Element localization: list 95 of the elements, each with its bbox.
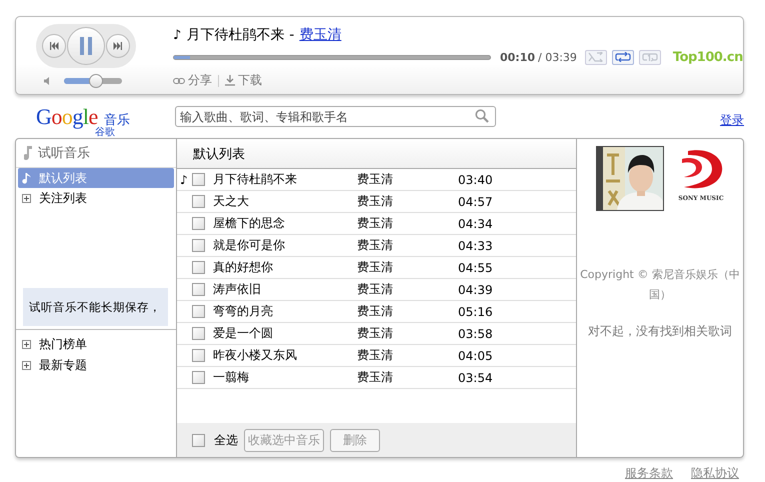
sidebar-item[interactable]: 最新专题 <box>18 355 174 376</box>
song-row[interactable]: 屋檐下的思念 费玉清 04:34 <box>177 213 576 235</box>
song-row[interactable]: 就是你可是你 费玉清 04:33 <box>177 235 576 257</box>
search-field[interactable]: 输入歌曲、歌词、专辑和歌手名 <box>175 106 496 127</box>
next-button[interactable] <box>106 34 130 58</box>
checkbox[interactable] <box>192 305 205 318</box>
song-title: 昨夜小楼又东风 <box>213 347 298 364</box>
song-row[interactable]: 爱是一个圆 费玉清 03:58 <box>177 323 576 345</box>
repeat-button[interactable] <box>612 50 634 64</box>
download-icon <box>225 75 235 86</box>
song-title: 真的好想你 <box>213 259 274 276</box>
expand-icon <box>22 194 31 202</box>
share-link[interactable]: 分享 <box>173 72 212 89</box>
note-icon <box>22 172 31 184</box>
expand-icon <box>22 340 31 349</box>
song-row[interactable]: 涛声依旧 费玉清 04:39 <box>177 279 576 301</box>
footer-link[interactable]: 服务条款 <box>625 464 673 482</box>
song-title: 就是你可是你 <box>213 237 286 254</box>
checkbox[interactable] <box>192 371 205 384</box>
artist-name: 费玉清 <box>357 369 394 386</box>
pause-button[interactable] <box>67 27 105 65</box>
shuffle-button[interactable] <box>584 50 607 64</box>
copyright-text: Copyright © 索尼音乐娱乐（中国） <box>579 267 741 303</box>
song-duration: 03:40 <box>458 172 493 186</box>
search-icon[interactable] <box>475 109 489 123</box>
artist-name: 费玉清 <box>357 171 394 188</box>
pause-icon <box>79 37 93 55</box>
song-title: 爱是一个圆 <box>213 325 274 342</box>
note-icon: ♪ <box>173 28 182 43</box>
song-title: 月下待杜鹃不来 <box>186 26 284 44</box>
logo-subtitle: 谷歌 <box>95 126 115 138</box>
separator: - <box>289 27 294 43</box>
next-icon <box>113 42 123 50</box>
speaker-icon <box>44 77 50 85</box>
download-link[interactable]: 下载 <box>225 72 262 89</box>
google-logo[interactable]: Google <box>36 104 98 130</box>
checkbox[interactable] <box>192 217 205 230</box>
elapsed-time: 00:10 <box>500 50 536 64</box>
artist-name: 费玉清 <box>357 193 394 210</box>
checkbox[interactable] <box>192 239 205 252</box>
checkbox[interactable] <box>192 195 205 208</box>
playlist-title: 默认列表 <box>193 146 245 162</box>
footer-link[interactable]: 隐私协议 <box>691 464 739 482</box>
song-duration: 04:55 <box>458 260 493 274</box>
song-title: 弯弯的月亮 <box>213 303 274 320</box>
login-link[interactable]: 登录 <box>720 112 744 129</box>
sidebar-item[interactable]: 关注列表 <box>18 188 174 208</box>
song-row[interactable]: 昨夜小楼又东风 费玉清 04:05 <box>177 345 576 367</box>
previous-button[interactable] <box>42 34 66 58</box>
artist-name: 费玉清 <box>357 347 394 364</box>
checkbox[interactable] <box>192 327 205 340</box>
song-duration: 03:58 <box>458 326 493 340</box>
artist-name: 费玉清 <box>357 325 394 342</box>
song-duration: 04:39 <box>458 282 493 296</box>
song-duration: 05:16 <box>458 304 493 318</box>
song-title: 一翦梅 <box>213 369 250 386</box>
note-icon <box>24 146 34 160</box>
now-playing-icon: ♪ <box>180 172 188 186</box>
artist-name: 费玉清 <box>357 215 394 232</box>
select-all-checkbox[interactable] <box>192 434 205 446</box>
link-icon <box>173 76 185 84</box>
song-row[interactable]: 真的好想你 费玉清 04:55 <box>177 257 576 279</box>
checkbox[interactable] <box>192 283 205 296</box>
sidebar-item[interactable]: 热门榜单 <box>18 334 174 355</box>
song-duration: 04:33 <box>458 238 493 252</box>
expand-icon <box>22 361 31 370</box>
song-row[interactable]: 一翦梅 费玉清 03:54 <box>177 367 576 389</box>
song-duration: 04:05 <box>458 348 493 362</box>
checkbox[interactable] <box>192 261 205 274</box>
artist-name: 费玉清 <box>357 237 394 254</box>
artist-link[interactable]: 费玉清 <box>299 26 342 44</box>
song-row[interactable]: ♪ 月下待杜鹃不来 费玉清 03:40 <box>177 169 576 191</box>
notice-message: 试听音乐不能长期保存， <box>23 288 168 326</box>
artist-name: 费玉清 <box>357 303 394 320</box>
product-name: 音乐 <box>104 112 130 128</box>
song-row[interactable]: 天之大 费玉清 04:57 <box>177 191 576 213</box>
song-title: 月下待杜鹃不来 <box>213 171 298 188</box>
artist-name: 费玉清 <box>357 281 394 298</box>
progress-bar[interactable] <box>173 54 491 60</box>
repeat-one-button[interactable] <box>638 50 661 64</box>
total-time: / 03:39 <box>538 50 577 64</box>
song-title: 屋檐下的思念 <box>213 215 286 232</box>
checkbox[interactable] <box>192 349 205 362</box>
artist-name: 费玉清 <box>357 259 394 276</box>
song-title: 涛声依旧 <box>213 281 262 298</box>
song-duration: 04:57 <box>458 194 493 208</box>
song-duration: 04:34 <box>458 216 493 230</box>
sidebar-title: 试听音乐 <box>38 145 90 162</box>
song-row[interactable]: 弯弯的月亮 费玉清 05:16 <box>177 301 576 323</box>
select-all-label: 全选 <box>214 432 238 448</box>
previous-icon <box>49 42 59 50</box>
checkbox[interactable] <box>192 173 205 186</box>
lyrics-message: 对不起，没有找到相关歌词 <box>588 323 732 340</box>
song-duration: 03:54 <box>458 370 493 384</box>
song-title: 天之大 <box>213 193 250 210</box>
